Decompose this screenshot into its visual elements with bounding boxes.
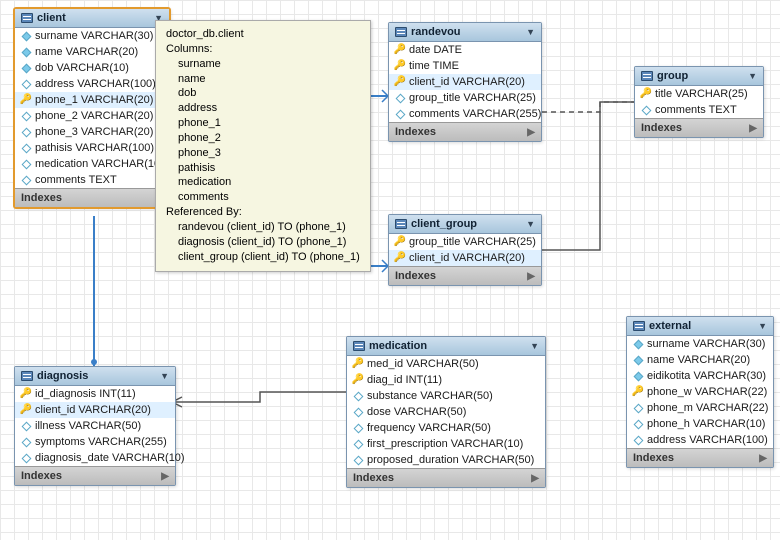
col-pk: 🔑phone_1 VARCHAR(20) (15, 92, 169, 108)
key-icon: 🔑 (21, 389, 31, 399)
fk-icon: 🔑 (21, 405, 31, 415)
indexes-section[interactable]: Indexes▶ (389, 266, 541, 285)
table-title: client (37, 12, 150, 24)
indexes-section[interactable]: Indexes▶ (627, 448, 773, 467)
indexes-section[interactable]: Indexes▶ (15, 466, 175, 485)
indexes-section[interactable]: Indexes▶ (15, 188, 169, 207)
table-client-group[interactable]: client_group▼ 🔑group_title VARCHAR(25) 🔑… (388, 214, 542, 286)
table-title: external (649, 320, 754, 332)
fk-icon: 🔑 (395, 253, 405, 263)
col: name VARCHAR(20) (15, 44, 169, 60)
table-icon (353, 341, 365, 351)
table-diagnosis[interactable]: diagnosis▼ 🔑id_diagnosis INT(11) 🔑client… (14, 366, 176, 486)
tooltip-title: doctor_db.client (166, 27, 360, 42)
columns: surname VARCHAR(30) name VARCHAR(20) dob… (15, 28, 169, 188)
col: phone_2 VARCHAR(20) (15, 108, 169, 124)
table-icon (633, 321, 645, 331)
col: dob VARCHAR(10) (15, 60, 169, 76)
collapse-icon[interactable]: ▼ (160, 371, 169, 381)
table-title: medication (369, 340, 526, 352)
key-icon: 🔑 (641, 89, 651, 99)
tooltip-referenced-label: Referenced By: (166, 205, 360, 220)
table-icon (21, 371, 33, 381)
collapse-icon[interactable]: ▼ (530, 341, 539, 351)
table-title: group (657, 70, 744, 82)
key-icon: 🔑 (633, 387, 643, 397)
table-header[interactable]: client ▼ (15, 9, 169, 28)
collapse-icon[interactable]: ▼ (526, 27, 535, 37)
table-randevou[interactable]: randevou▼ 🔑date DATE 🔑time TIME 🔑client_… (388, 22, 542, 142)
key-icon: 🔑 (395, 45, 405, 55)
indexes-section[interactable]: Indexes▶ (635, 118, 763, 137)
table-icon (21, 13, 33, 23)
table-client[interactable]: client ▼ surname VARCHAR(30) name VARCHA… (14, 8, 170, 208)
table-title: client_group (411, 218, 522, 230)
col: address VARCHAR(100) (15, 76, 169, 92)
indexes-section[interactable]: Indexes▶ (347, 468, 545, 487)
col: phone_3 VARCHAR(20) (15, 124, 169, 140)
table-title: diagnosis (37, 370, 156, 382)
key-icon: 🔑 (395, 77, 405, 87)
table-icon (395, 219, 407, 229)
table-medication[interactable]: medication▼ 🔑med_id VARCHAR(50) 🔑diag_id… (346, 336, 546, 488)
fk-icon: 🔑 (395, 237, 405, 247)
collapse-icon[interactable]: ▼ (748, 71, 757, 81)
col: pathisis VARCHAR(100) (15, 140, 169, 156)
table-group[interactable]: group▼ 🔑title VARCHAR(25) comments TEXT … (634, 66, 764, 138)
col: comments TEXT (15, 172, 169, 188)
col: surname VARCHAR(30) (15, 28, 169, 44)
key-icon: 🔑 (395, 61, 405, 71)
table-title: randevou (411, 26, 522, 38)
collapse-icon[interactable]: ▼ (758, 321, 767, 331)
fk-icon: 🔑 (353, 359, 363, 369)
table-icon (395, 27, 407, 37)
tooltip-columns-label: Columns: (166, 42, 360, 57)
col: medication VARCHAR(100) (15, 156, 169, 172)
table-icon (641, 71, 653, 81)
indexes-section[interactable]: Indexes▶ (389, 122, 541, 141)
fk-icon: 🔑 (353, 375, 363, 385)
collapse-icon[interactable]: ▼ (526, 219, 535, 229)
key-icon: 🔑 (21, 95, 31, 105)
table-external[interactable]: external▼ surname VARCHAR(30) name VARCH… (626, 316, 774, 468)
table-tooltip: doctor_db.client Columns: surname name d… (155, 20, 371, 272)
